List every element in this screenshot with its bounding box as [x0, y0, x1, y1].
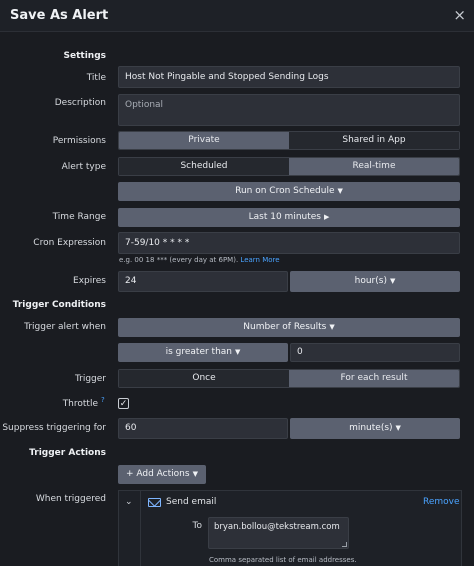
comparison-dropdown[interactable]: is greater than ▼ — [118, 343, 288, 362]
title-input[interactable]: Host Not Pingable and Stopped Sending Lo… — [118, 66, 460, 88]
permission-private-option[interactable]: Private — [119, 132, 289, 149]
caret-down-icon: ▼ — [389, 277, 396, 285]
alert-type-toggle: Scheduled Real-time — [118, 157, 460, 176]
to-label: To — [192, 521, 202, 531]
permissions-toggle: Private Shared in App — [118, 131, 460, 150]
expires-input[interactable]: 24 — [118, 271, 288, 292]
throttle-label: Throttle — [62, 399, 98, 409]
alert-type-label: Alert type — [61, 162, 106, 172]
suppress-unit-label: minute(s) — [349, 423, 393, 433]
description-label: Description — [54, 98, 106, 108]
caret-down-icon: ▼ — [337, 187, 343, 195]
caret-down-icon: ▼ — [329, 323, 335, 331]
permission-shared-option[interactable]: Shared in App — [289, 132, 459, 149]
caret-down-icon: ▼ — [192, 470, 198, 478]
learn-more-link[interactable]: Learn More — [240, 256, 279, 264]
add-actions-button[interactable]: + Add Actions ▼ — [118, 465, 206, 484]
time-range-dropdown-label: Last 10 minutes — [248, 212, 321, 222]
description-input[interactable]: Optional — [118, 94, 460, 126]
section-trigger-conditions: Trigger Conditions — [12, 300, 106, 310]
suppress-label: Suppress triggering for — [2, 423, 106, 433]
resize-handle-icon[interactable] — [342, 542, 347, 547]
comparison-label: is greater than — [165, 347, 232, 357]
permissions-label: Permissions — [52, 136, 106, 146]
send-email-title: Send email — [166, 497, 217, 507]
trigger-mode-toggle: Once For each result — [118, 369, 460, 388]
schedule-dropdown-label: Run on Cron Schedule — [235, 186, 335, 196]
modal-title: Save As Alert — [10, 8, 109, 23]
trigger-each-option[interactable]: For each result — [289, 370, 459, 387]
cron-expression-label: Cron Expression — [33, 238, 106, 248]
caret-down-icon: ▼ — [395, 424, 401, 432]
alert-type-realtime-option[interactable]: Real-time — [289, 158, 459, 175]
add-actions-label: + Add Actions — [126, 469, 190, 479]
expires-label: Expires — [73, 276, 106, 286]
chevron-down-icon[interactable]: ⌄ — [125, 497, 133, 507]
help-icon[interactable]: ? — [101, 396, 105, 404]
cron-help-text: e.g. 00 18 *** (every day at 6PM). Learn… — [119, 256, 280, 264]
caret-down-icon: ▼ — [235, 348, 241, 356]
email-icon — [148, 498, 161, 507]
time-range-dropdown[interactable]: Last 10 minutes ▶ — [118, 208, 460, 227]
when-triggered-label: When triggered — [35, 494, 106, 504]
expires-unit-dropdown[interactable]: hour(s) ▼ — [290, 271, 460, 292]
time-range-label: Time Range — [52, 212, 106, 222]
suppress-input[interactable]: 60 — [118, 418, 288, 439]
section-trigger-actions: Trigger Actions — [29, 448, 106, 458]
alert-type-scheduled-option[interactable]: Scheduled — [119, 158, 289, 175]
caret-right-icon: ▶ — [323, 213, 330, 221]
email-to-field[interactable]: bryan.bollou@tekstream.com — [208, 517, 349, 549]
threshold-input[interactable]: 0 — [290, 343, 460, 362]
modal-header: Save As Alert × — [0, 0, 474, 32]
trigger-condition-dropdown[interactable]: Number of Results ▼ — [118, 318, 460, 337]
throttle-checkbox[interactable]: ✓ — [118, 398, 129, 409]
email-help-text: Comma separated list of email addresses. — [209, 556, 357, 564]
close-icon[interactable]: × — [453, 6, 466, 24]
trigger-condition-label: Number of Results — [243, 322, 327, 332]
title-label: Title — [86, 73, 106, 83]
cron-help-example: e.g. 00 18 *** (every day at 6PM). — [119, 256, 239, 264]
schedule-dropdown[interactable]: Run on Cron Schedule ▼ — [118, 182, 460, 201]
trigger-label: Trigger — [74, 374, 106, 384]
remove-action-link[interactable]: Remove — [423, 497, 460, 507]
trigger-alert-when-label: Trigger alert when — [24, 322, 106, 332]
suppress-unit-dropdown[interactable]: minute(s) ▼ — [290, 418, 460, 439]
cron-expression-input[interactable]: 7-59/10 * * * * — [118, 232, 460, 254]
trigger-once-option[interactable]: Once — [119, 370, 289, 387]
section-settings: Settings — [63, 51, 106, 61]
expires-unit-label: hour(s) — [354, 276, 387, 286]
